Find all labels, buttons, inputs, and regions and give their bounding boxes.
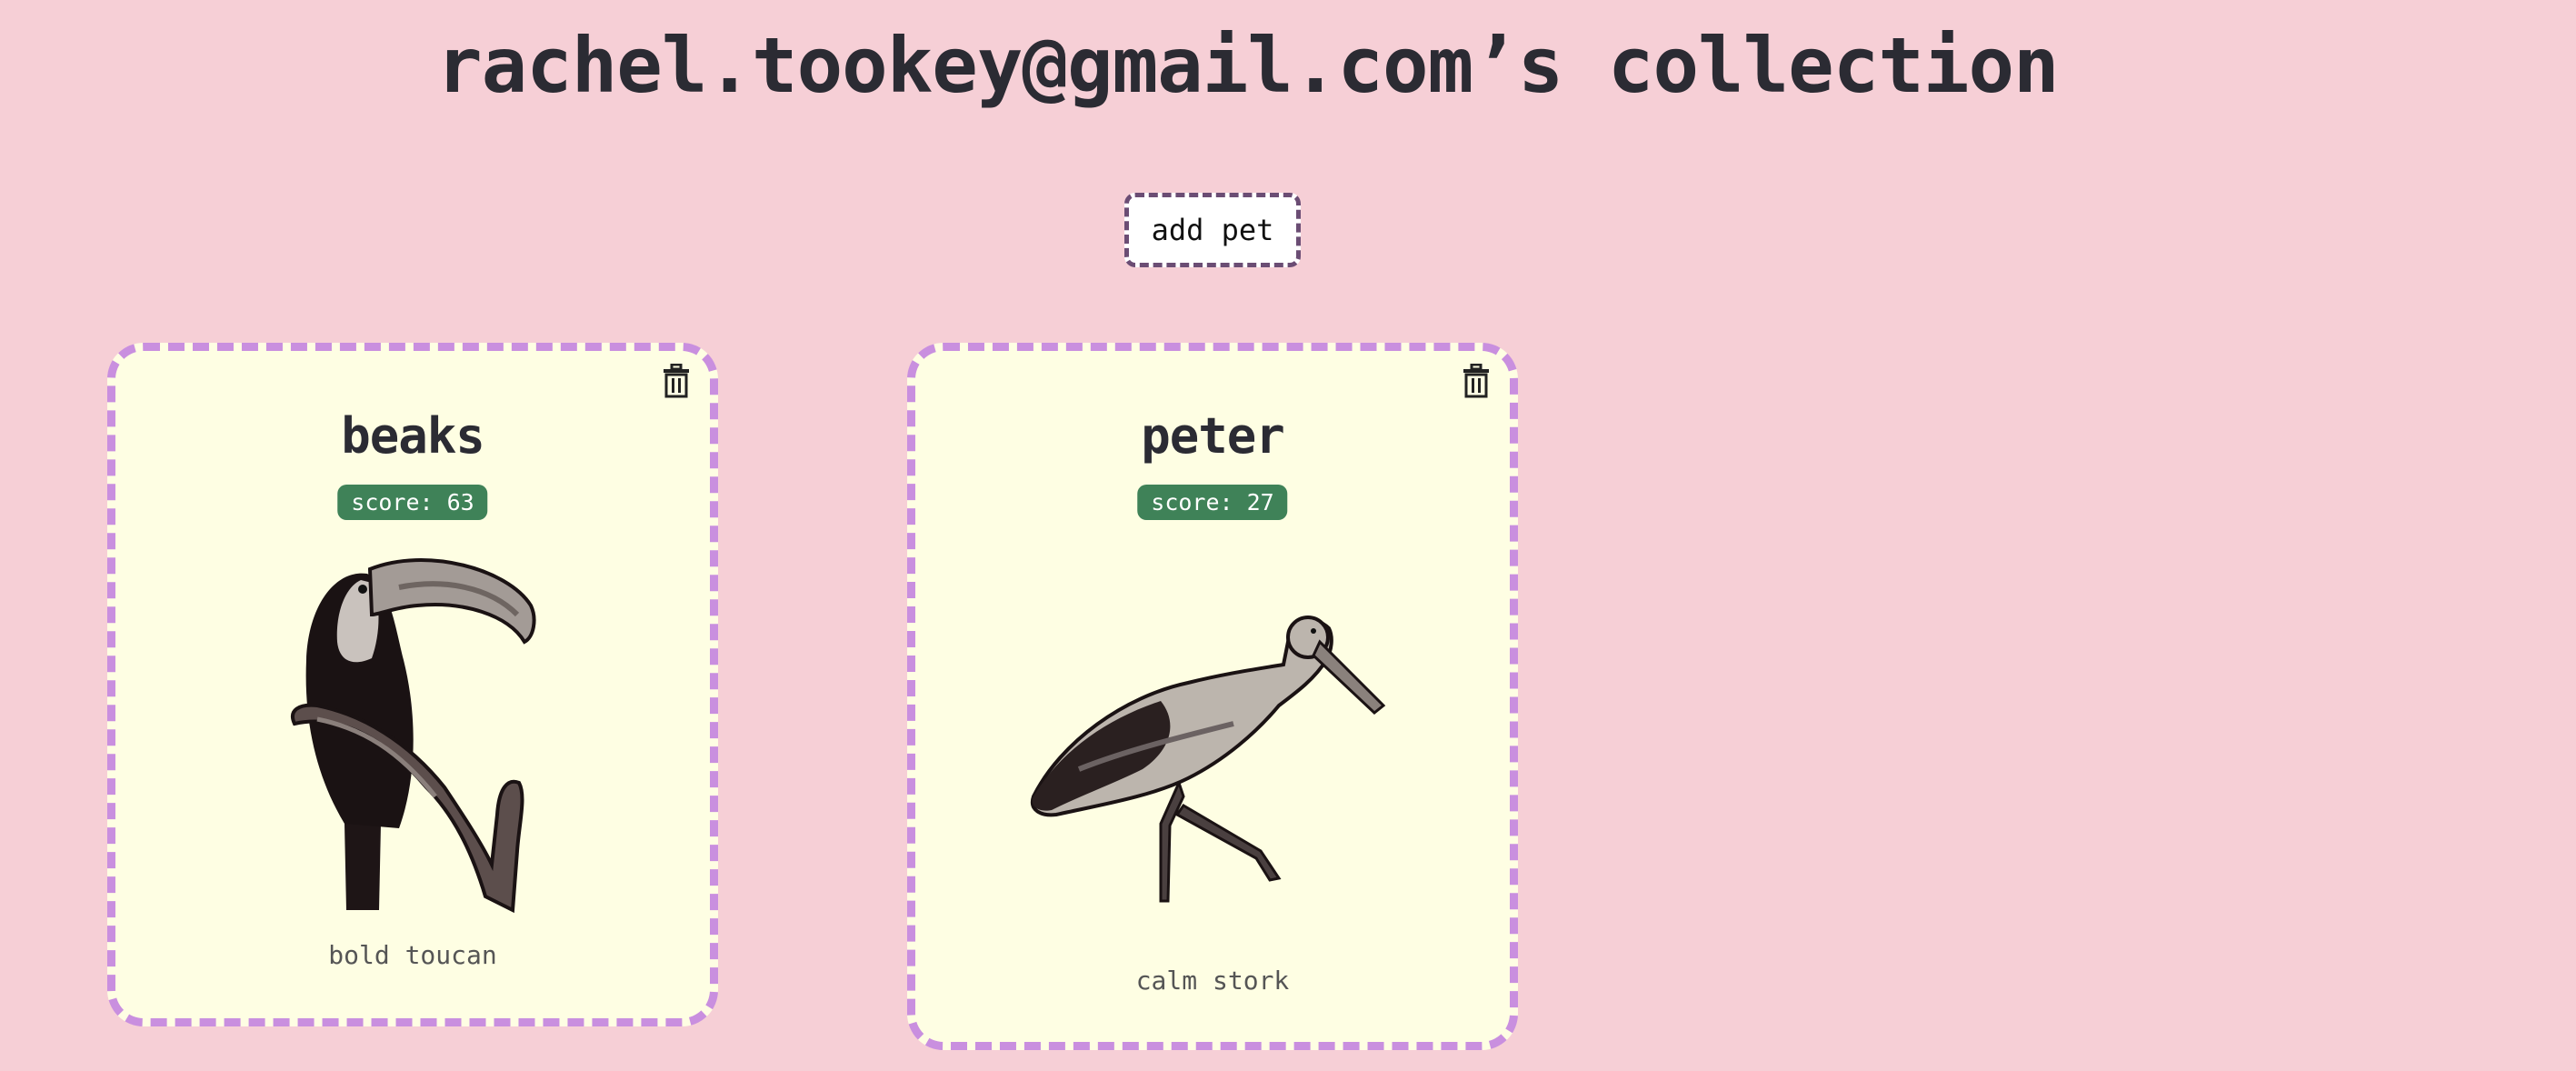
trash-icon[interactable] bbox=[1461, 364, 1492, 398]
pet-card: peter score: 27 calm stork bbox=[907, 343, 1518, 1050]
score-badge: score: 63 bbox=[337, 485, 488, 520]
page-title: rachel.tookey@gmail.com’s collection bbox=[436, 21, 2060, 110]
score-badge: score: 27 bbox=[1137, 485, 1288, 520]
pet-species: calm stork bbox=[1135, 966, 1290, 996]
pet-species: bold toucan bbox=[328, 940, 497, 970]
add-pet-button[interactable]: add pet bbox=[1124, 193, 1301, 267]
stork-image bbox=[1030, 616, 1386, 903]
pet-name: peter bbox=[1141, 407, 1285, 465]
pet-card: beaks score: 63 bold toucan bbox=[107, 343, 718, 1026]
toucan-image bbox=[291, 558, 536, 914]
pet-name: beaks bbox=[341, 407, 485, 465]
trash-icon[interactable] bbox=[661, 364, 692, 398]
